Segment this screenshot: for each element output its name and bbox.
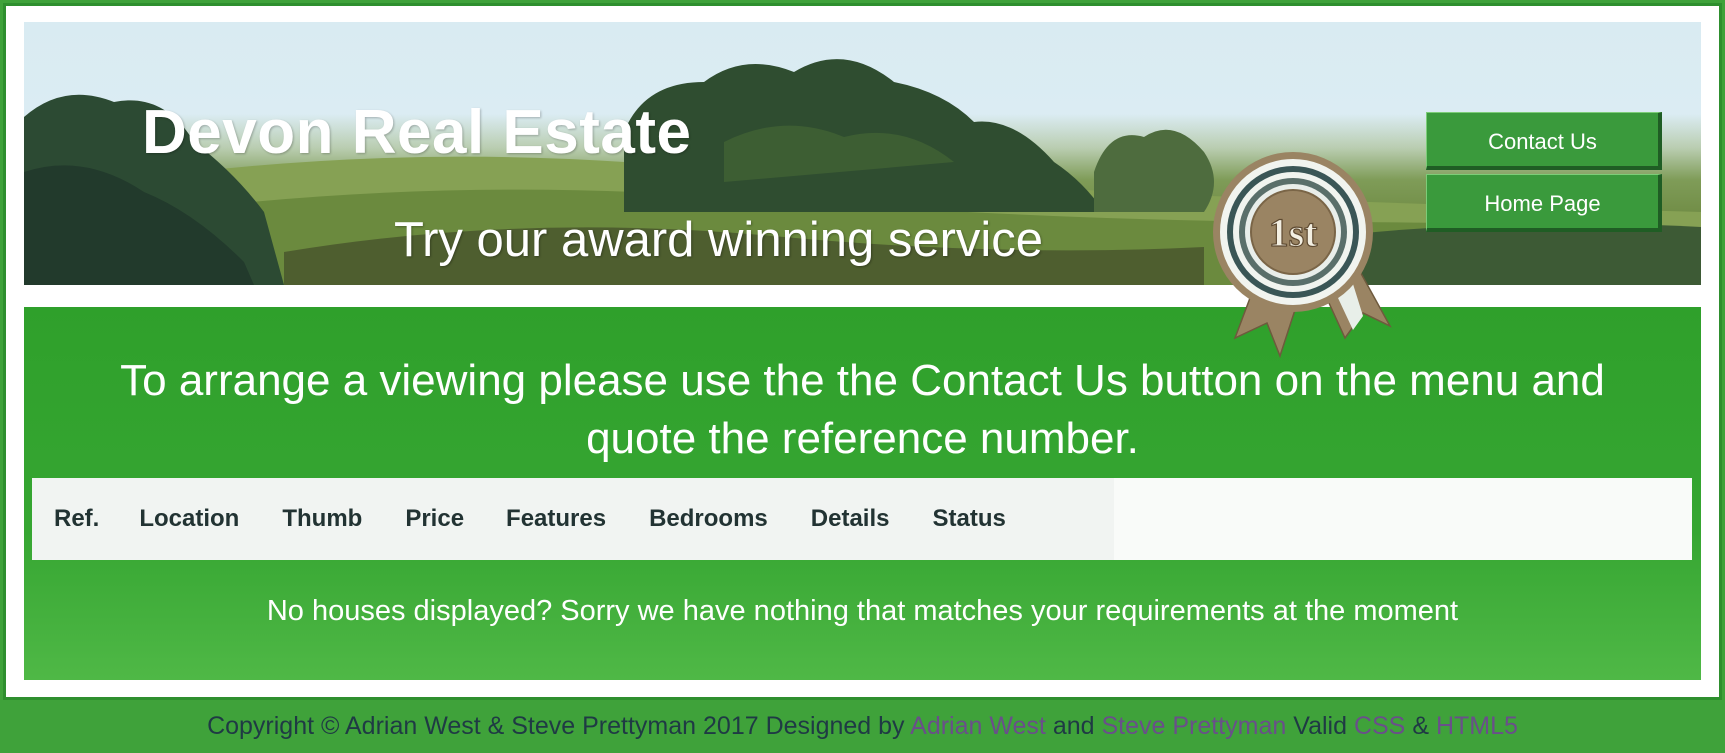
award-ribbon-icon: 1st xyxy=(1213,152,1392,358)
badge-text: 1st xyxy=(1269,210,1319,255)
tagline: Try our award winning service xyxy=(394,213,1044,267)
table-header-row: Ref. Location Thumb Price Features Bedro… xyxy=(32,478,1114,560)
designer-adrian-link[interactable]: Adrian West xyxy=(910,712,1046,740)
main-panel: To arrange a viewing please use the the … xyxy=(24,307,1701,680)
column-bedrooms: Bedrooms xyxy=(649,505,768,532)
column-features: Features xyxy=(506,505,607,532)
html5-link[interactable]: HTML5 xyxy=(1436,712,1518,740)
column-price: Price xyxy=(405,505,465,532)
designer-steve-link[interactable]: Steve Prettyman xyxy=(1101,712,1286,740)
copyright-text: Copyright © Adrian West & Steve Prettyma… xyxy=(207,712,905,740)
column-thumb: Thumb xyxy=(282,505,363,532)
contact-us-button[interactable]: Contact Us xyxy=(1426,112,1662,170)
intro-line-2: quote the reference number. xyxy=(586,414,1139,463)
column-status: Status xyxy=(932,505,1006,532)
and-text: and xyxy=(1052,712,1095,740)
column-location: Location xyxy=(139,505,240,532)
no-results-message: No houses displayed? Sorry we have nothi… xyxy=(266,595,1459,627)
css-link[interactable]: CSS xyxy=(1354,712,1405,740)
footer: Copyright © Adrian West & Steve Prettyma… xyxy=(0,712,1725,741)
viewing-instructions: To arrange a viewing please use the the … xyxy=(24,352,1701,468)
listings-table-header: Ref. Location Thumb Price Features Bedro… xyxy=(32,478,1692,560)
intro-line-1: To arrange a viewing please use the the … xyxy=(120,356,1605,405)
column-details: Details xyxy=(810,505,890,532)
valid-text: Valid xyxy=(1293,712,1347,740)
home-page-button[interactable]: Home Page xyxy=(1426,174,1662,232)
nav-menu: Contact Us Home Page xyxy=(1426,112,1666,236)
header-banner: Devon Real Estate Try our award winning … xyxy=(24,22,1701,285)
column-ref: Ref. xyxy=(54,505,100,532)
site-title: Devon Real Estate xyxy=(142,98,692,167)
amp-text: & xyxy=(1412,712,1429,740)
